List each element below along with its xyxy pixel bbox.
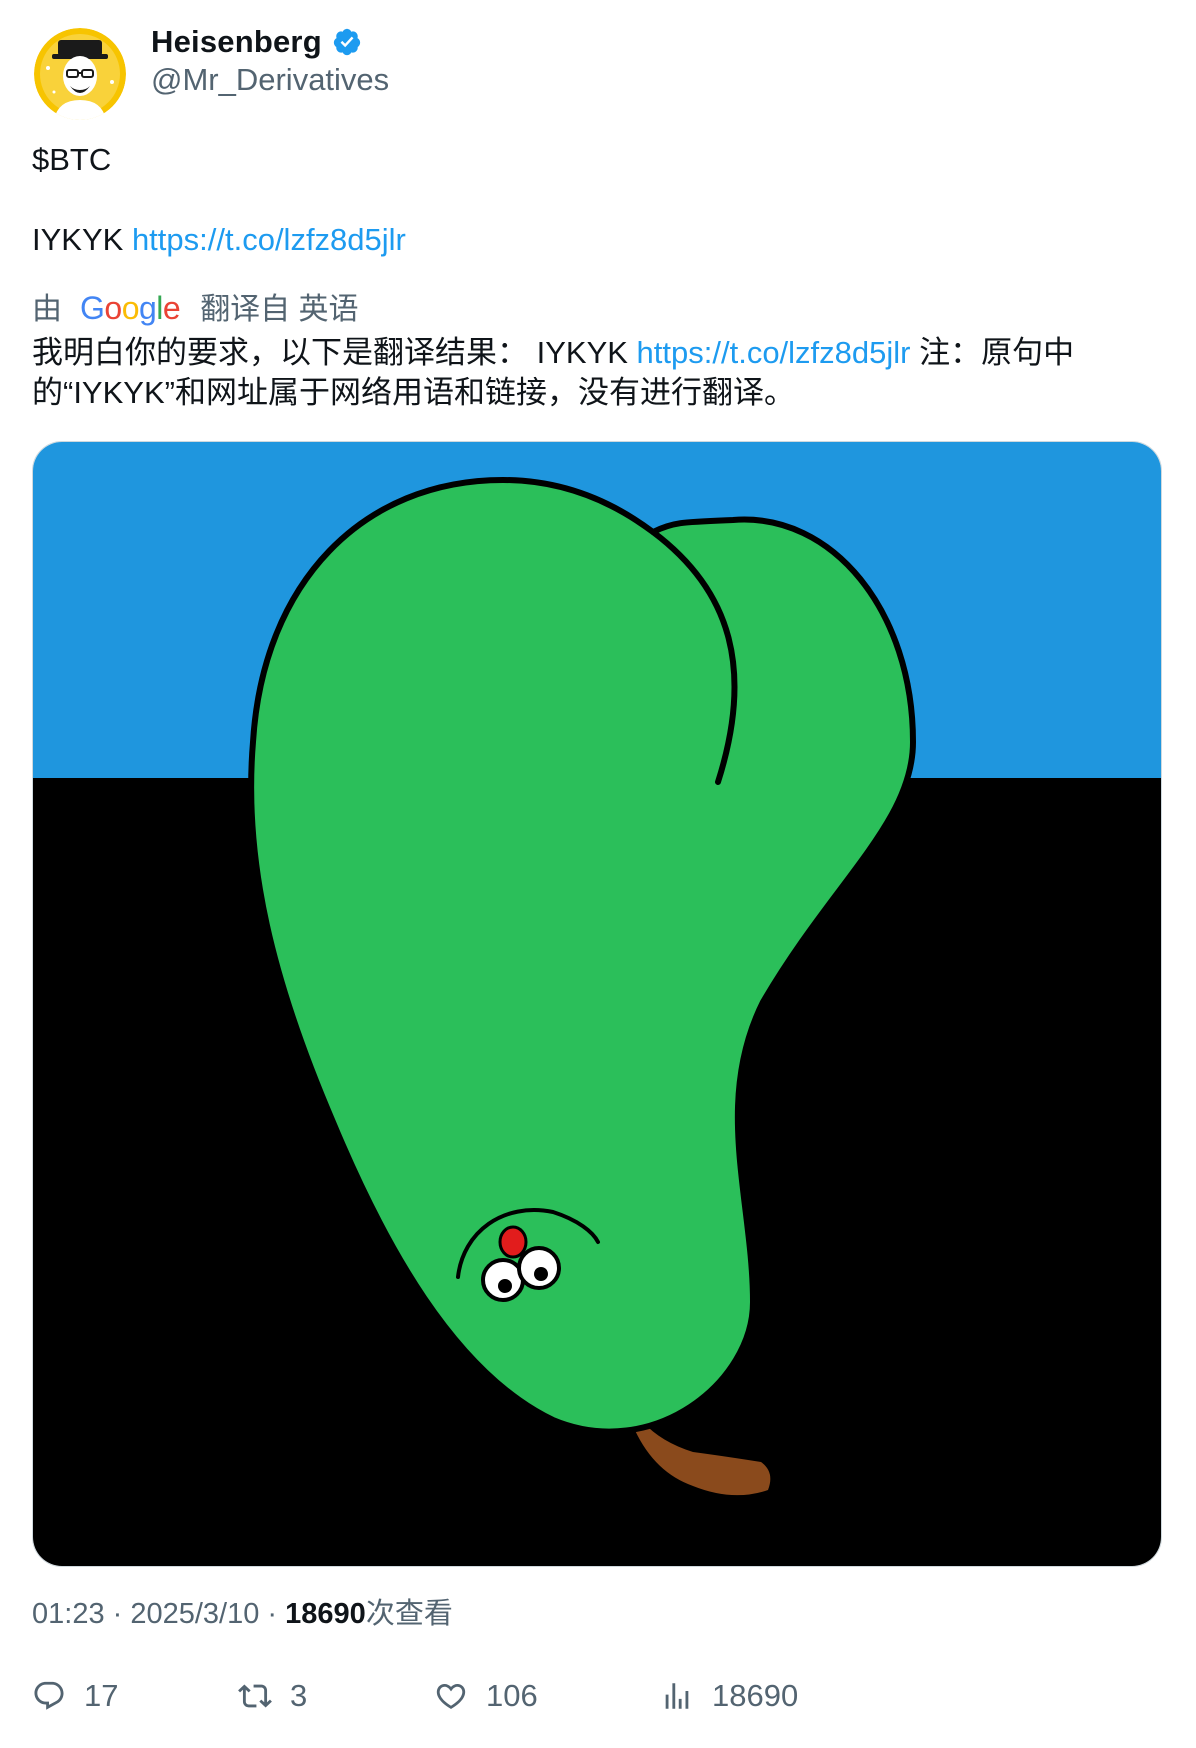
translated-link[interactable]: https://t.co/lzfz8d5jlr (637, 335, 911, 370)
translated-text: 我明白你的要求，以下是翻译结果： IYKYK https://t.co/lzfz… (32, 333, 1162, 413)
display-name[interactable]: Heisenberg (151, 24, 322, 60)
translation-attribution: 由 Google 翻译自 英语 (32, 284, 359, 328)
meta-separator-2: · (259, 1598, 286, 1630)
views-button[interactable]: 18690 (660, 1672, 798, 1720)
green-pear-cartoon-image-icon (33, 442, 1161, 1566)
views-action-count: 18690 (712, 1678, 799, 1713)
tweet: Heisenberg @Mr_Derivatives $BTC IYKYK ht… (0, 0, 1196, 1748)
heart-icon (436, 1683, 466, 1709)
google-logo-icon: Google (80, 289, 181, 326)
retweet-button[interactable]: 3 (238, 1672, 307, 1720)
tweet-time[interactable]: 01:23 (32, 1598, 105, 1630)
reply-button[interactable]: 17 (32, 1672, 118, 1720)
meta-separator: · (104, 1598, 131, 1630)
tweet-text-line-1: $BTC (32, 142, 112, 177)
tweet-text-line-2: IYKYK https://t.co/lzfz8d5jlr (32, 220, 406, 260)
tweet-meta: 01:23 · 2025/3/10 · 18690次查看 (32, 1590, 453, 1632)
author-name-row[interactable]: Heisenberg (151, 22, 362, 62)
tweet-text: IYKYK (32, 222, 132, 257)
retweet-count: 3 (290, 1678, 308, 1713)
verified-badge-icon (333, 28, 360, 56)
views-chart-icon (665, 1683, 689, 1709)
action-bar: 17 3 106 18690 (32, 1672, 1162, 1720)
heisenberg-avatar-icon (34, 28, 126, 120)
tweet-media-image[interactable] (32, 441, 1162, 1567)
like-button[interactable]: 106 (434, 1672, 538, 1720)
views-label: 次查看 (365, 1598, 453, 1630)
tweet-date[interactable]: 2025/3/10 (130, 1598, 259, 1630)
avatar[interactable] (34, 28, 126, 120)
reply-icon (34, 1681, 64, 1710)
tweet-link[interactable]: https://t.co/lzfz8d5jlr (132, 222, 406, 257)
translation-by-label: 由 (32, 293, 62, 326)
author-handle[interactable]: @Mr_Derivatives (151, 62, 389, 98)
translated-from-label[interactable]: 翻译自 英语 (200, 284, 358, 328)
retweet-icon (238, 1684, 272, 1708)
views-count: 18690 (285, 1598, 366, 1630)
reply-count: 17 (84, 1678, 119, 1713)
translated-text-part1: 我明白你的要求，以下是翻译结果： IYKYK (32, 335, 637, 370)
like-count: 106 (486, 1678, 538, 1713)
